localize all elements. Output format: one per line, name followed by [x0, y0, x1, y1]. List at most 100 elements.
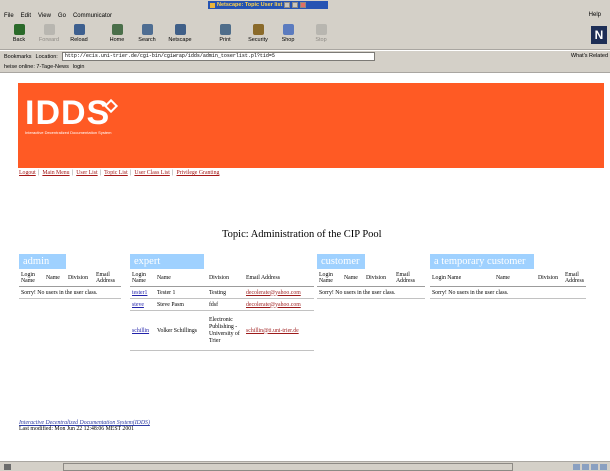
home-button[interactable]: Home [102, 24, 132, 48]
navigation-toolbar: Back Forward Reload Home Search Netscape… [0, 22, 610, 50]
maximize-button[interactable] [292, 2, 299, 8]
menu-help[interactable]: Help [589, 12, 601, 18]
whats-related-button[interactable]: What's Related [571, 53, 608, 59]
column-header: Login Name [132, 271, 146, 284]
bookmarks-button[interactable]: Bookmarks [4, 54, 32, 60]
window-title: Netscape: Topic User list [217, 2, 283, 8]
forward-button[interactable]: Forward [34, 24, 64, 48]
window-title-bar: Netscape: Topic User list [0, 0, 610, 10]
stop-button[interactable]: Stop [306, 24, 336, 48]
empty-message: Sorry! No users in the user class. [21, 289, 98, 296]
print-icon [219, 24, 231, 35]
nav-topic-list[interactable]: Topic List [104, 170, 128, 176]
menu-communicator[interactable]: Communicator [73, 13, 112, 19]
user-division: Electronic Publishing - University of Tr… [209, 316, 240, 344]
column-header: Login Name [319, 271, 333, 284]
security-status-icon[interactable] [4, 464, 11, 470]
composer-icon[interactable] [600, 464, 607, 470]
login-link[interactable]: tester1 [130, 290, 155, 296]
nav-logout[interactable]: Logout [19, 170, 36, 176]
nav-main-menu[interactable]: Main Menu [42, 170, 69, 176]
menu-go[interactable]: Go [58, 13, 66, 19]
empty-message: Sorry! No users in the user class. [319, 289, 396, 296]
nav-user-list[interactable]: User List [76, 170, 97, 176]
column-header: Email Address [396, 271, 415, 284]
table-row: tester1 Tester 1 Testing decolerate@yaho… [130, 287, 314, 299]
personal-link-login[interactable]: login [73, 64, 85, 70]
component-tray [571, 464, 607, 470]
mail-icon[interactable] [582, 464, 589, 470]
column-header: Name [344, 274, 358, 281]
table-row: steve Steve Pasm fdsf decolerate@yahoo.c… [130, 299, 314, 311]
nav-user-class-list[interactable]: User Class List [134, 170, 169, 176]
search-button[interactable]: Search [132, 24, 162, 48]
netscape-icon [174, 24, 186, 35]
column-header: Division [209, 274, 229, 281]
idds-banner: IDDS Interactive Decentralized Documenta… [18, 83, 604, 168]
class-title: customer [317, 254, 365, 269]
print-button[interactable]: Print [210, 24, 240, 48]
column-header: Email Address [565, 271, 584, 284]
reload-button[interactable]: Reload [64, 24, 94, 48]
menu-bar: File Edit View Go Communicator Help [0, 10, 610, 22]
empty-message: Sorry! No users in the user class. [432, 289, 509, 296]
column-header: Email Address [246, 274, 280, 281]
column-header: Login Name [432, 274, 462, 281]
stop-icon [315, 24, 327, 35]
personal-link-heise[interactable]: heise online: 7-Tage-News [4, 64, 69, 70]
user-class-admin: admin Login Name Name Division Email Add… [19, 254, 121, 299]
user-name: Steve Pasm [157, 301, 184, 308]
column-header: Division [538, 274, 558, 281]
security-button[interactable]: Security [243, 24, 273, 48]
table-row: schillin Volker Schillings Electronic Pu… [130, 311, 314, 351]
login-link[interactable]: schillin [130, 328, 155, 334]
nav-privilege-granting[interactable]: Privilege Granting [176, 170, 219, 176]
user-division: fdsf [209, 301, 219, 308]
logo-tagline: Interactive Decentralized Documentation … [25, 130, 112, 135]
user-name: Volker Schillings [157, 327, 197, 334]
column-header: Email Address [96, 271, 115, 284]
url-input[interactable]: http://ecis.uni-trier.de/cgi-bin/cgiwrap… [61, 52, 375, 61]
column-header: Name [46, 274, 60, 281]
search-icon [141, 24, 153, 35]
menu-view[interactable]: View [38, 13, 51, 19]
class-title: admin [19, 254, 66, 269]
page-footer: Interactive Decentralized Documentation … [19, 420, 150, 432]
close-button[interactable] [300, 2, 307, 8]
menu-file[interactable]: File [4, 13, 14, 19]
netscape-button[interactable]: Netscape [165, 24, 195, 48]
reload-icon [73, 24, 85, 35]
shop-button[interactable]: Shop [273, 24, 303, 48]
location-bar: Bookmarks Location: http://ecis.uni-trie… [0, 51, 610, 62]
newsgroups-icon[interactable] [591, 464, 598, 470]
user-name: Tester 1 [157, 289, 176, 296]
column-header: Name [157, 274, 171, 281]
status-text-field [63, 463, 513, 471]
column-header: Division [68, 274, 88, 281]
menu-edit[interactable]: Edit [21, 13, 31, 19]
forward-arrow-icon [43, 24, 55, 35]
email-link[interactable]: decolerate@yahoo.com [244, 302, 314, 308]
user-division: Testing [209, 289, 226, 296]
login-link[interactable]: steve [130, 302, 155, 308]
email-link[interactable]: schillin@ti.uni-trier.de [244, 328, 314, 334]
user-class-temporary-customer: a temporary customer Login Name Name Div… [430, 254, 586, 299]
back-arrow-icon [13, 24, 25, 35]
column-header: Division [366, 274, 386, 281]
email-link[interactable]: decolerate@yahoo.com [244, 290, 314, 296]
personal-toolbar: heise online: 7-Tage-News login [0, 62, 610, 73]
user-class-expert: expert Login Name Name Division Email Ad… [130, 254, 314, 351]
navigator-icon[interactable] [573, 464, 580, 470]
page-title: Topic: Administration of the CIP Pool [222, 229, 382, 240]
active-window-title[interactable]: Netscape: Topic User list [208, 1, 328, 9]
netscape-window-icon [210, 2, 215, 8]
location-label: Location: [35, 53, 58, 60]
user-class-customer: customer Login Name Name Division Email … [317, 254, 425, 299]
back-button[interactable]: Back [4, 24, 34, 48]
column-header: Name [496, 274, 510, 281]
minimize-button[interactable] [284, 2, 291, 8]
status-bar [0, 461, 610, 471]
class-title: expert [130, 254, 204, 269]
home-icon [111, 24, 123, 35]
last-modified: Last modified: Mon Jun 22 12:48:06 MEST … [19, 426, 135, 432]
